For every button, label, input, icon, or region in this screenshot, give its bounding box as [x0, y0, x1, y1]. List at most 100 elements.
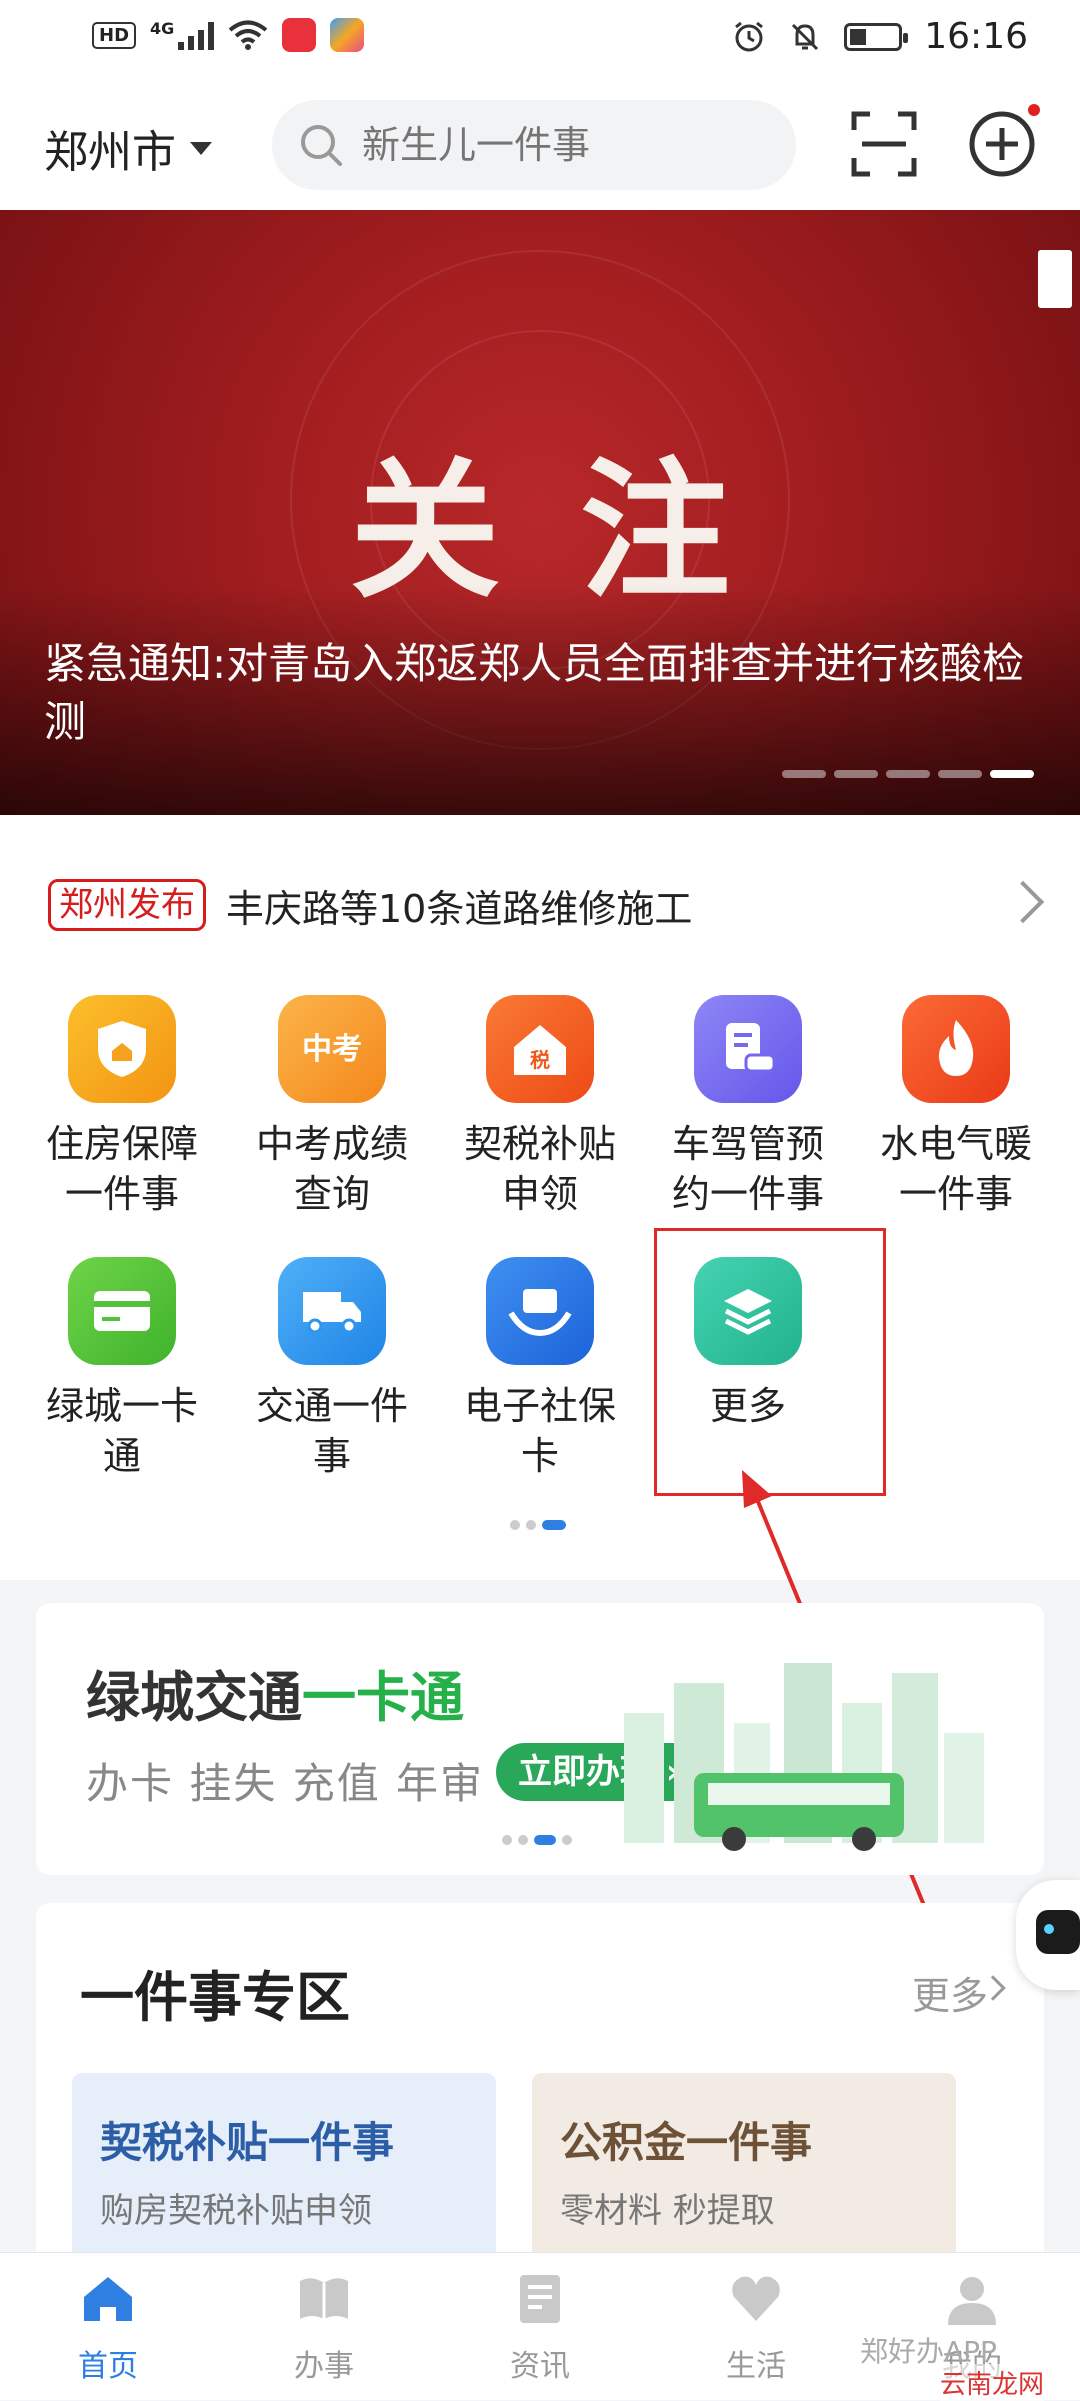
service-label: 车驾管预约一件事 [671, 1122, 824, 1216]
pager-dot [502, 1835, 512, 1845]
pager-dot [518, 1835, 528, 1845]
promo-pager [502, 1835, 572, 1845]
service-label: 契税补贴申领 [463, 1122, 616, 1216]
plus-circle-icon [969, 111, 1035, 177]
pager-dot-active [534, 1835, 556, 1845]
service-label: 绿城一卡通 [45, 1384, 198, 1478]
zone-card-desc: 零材料 秒提取 [560, 2191, 775, 2231]
status-left: HD 4G [92, 18, 365, 52]
watermark-site: 云南龙网 [940, 2364, 1045, 2401]
zone-card-tax[interactable]: 契税补贴一件事 购房契税补贴申领 [72, 2073, 496, 2263]
service-label: 电子社保卡 [463, 1384, 616, 1478]
social-security-card-icon [486, 1257, 594, 1365]
house-shield-icon [68, 995, 176, 1103]
tower-logo-icon [1038, 250, 1072, 308]
network-label: 4G [150, 18, 175, 38]
service-label: 水电气暖一件事 [879, 1122, 1032, 1216]
transit-card-icon [68, 1257, 176, 1365]
add-button[interactable] [966, 102, 1042, 180]
banner-dot [886, 770, 930, 778]
banner-dot [834, 770, 878, 778]
zone-card-desc: 购房契税补贴申领 [100, 2191, 372, 2231]
service-traffic[interactable]: 交通一件事 [242, 1257, 422, 1481]
zone-card-title: 公积金一件事 [560, 2118, 813, 2167]
banner-dot-active [990, 770, 1034, 778]
clock: 16:16 [924, 16, 1028, 57]
news-source-tag: 郑州发布 [48, 879, 206, 931]
service-exam[interactable]: 中考 中考成绩查询 [242, 995, 422, 1219]
services-section: 郑州发布 丰庆路等10条道路维修施工 住房保障一件事 中考 中考成绩查询 税 契… [0, 815, 1080, 1580]
battery-icon [844, 22, 909, 51]
service-social-security[interactable]: 电子社保卡 [450, 1257, 630, 1481]
service-pager [510, 1520, 566, 1530]
zone-card-fund[interactable]: 公积金一件事 零材料 秒提取 [532, 2073, 956, 2263]
pager-dot [510, 1520, 520, 1530]
tab-services[interactable]: 办事 [254, 2271, 394, 2385]
service-transit-card[interactable]: 绿城一卡通 [32, 1257, 212, 1481]
service-label: 交通一件事 [255, 1384, 408, 1478]
svg-text:税: 税 [530, 1048, 550, 1072]
bottom-tab-bar: 首页 办事 资讯 生活 我的 [0, 2252, 1080, 2400]
wifi-icon [229, 20, 268, 50]
promo-title: 绿城交通一卡通 [86, 1653, 464, 1732]
city-selector[interactable]: 郑州市 [44, 116, 212, 180]
service-label: 住房保障一件事 [45, 1122, 198, 1216]
robot-icon [1036, 1910, 1080, 1954]
tax-house-icon: 税 [486, 995, 594, 1103]
tab-label: 办事 [294, 2349, 354, 2384]
app-notification-icon [282, 18, 317, 52]
book-icon [300, 2278, 348, 2319]
one-thing-zone: 一件事专区 更多 契税补贴一件事 购房契税补贴申领 公积金一件事 零材料 秒提取 [36, 1903, 1044, 2263]
service-tax[interactable]: 税 契税补贴申领 [450, 995, 630, 1219]
news-icon [520, 2275, 560, 2323]
city-label: 郑州市 [44, 127, 176, 178]
news-ticker[interactable]: 郑州发布 丰庆路等10条道路维修施工 [48, 875, 1045, 935]
service-vehicle[interactable]: 车驾管预约一件事 [658, 995, 838, 1219]
pager-dot-active [542, 1520, 566, 1530]
service-utilities[interactable]: 水电气暖一件事 [866, 995, 1046, 1219]
zone-card-title: 契税补贴一件事 [100, 2118, 395, 2167]
promo-subtitle: 办卡 挂失 充值 年审 [86, 1759, 485, 1808]
assistant-robot-button[interactable] [1016, 1880, 1080, 1990]
annotation-highlight-box [654, 1228, 886, 1496]
hd-badge: HD [92, 21, 137, 49]
service-label: 中考成绩查询 [255, 1122, 408, 1216]
tab-life[interactable]: 生活 [686, 2271, 826, 2385]
home-icon [84, 2277, 132, 2321]
search-input[interactable] [362, 123, 762, 167]
status-right: 16:16 [732, 16, 1028, 57]
hero-banner[interactable]: 关注 紧急通知:对青岛入郑返郑人员全面排查并进行核酸检测 [0, 210, 1080, 815]
vehicle-appointment-icon [694, 995, 802, 1103]
signal-icon [178, 20, 215, 50]
tab-label: 生活 [726, 2349, 786, 2384]
tab-news[interactable]: 资讯 [470, 2271, 610, 2385]
tab-label: 首页 [78, 2349, 138, 2384]
app-notification-icon-2 [330, 18, 365, 52]
app-header: 郑州市 [0, 80, 1080, 210]
service-housing[interactable]: 住房保障一件事 [32, 995, 212, 1219]
banner-dot [938, 770, 982, 778]
alarm-icon [735, 21, 764, 51]
news-headline: 丰庆路等10条道路维修施工 [226, 886, 693, 931]
user-icon [948, 2277, 996, 2325]
scan-icon[interactable] [848, 108, 920, 180]
status-bar: HD 4G 16:16 [0, 0, 1080, 80]
zone-more-link[interactable]: 更多 [912, 1965, 988, 2020]
pager-dot [562, 1835, 572, 1845]
notification-dot [1026, 102, 1042, 118]
banner-pagination [782, 770, 1034, 778]
search-icon [301, 125, 342, 166]
tab-home[interactable]: 首页 [38, 2271, 178, 2385]
heart-icon [732, 2276, 780, 2321]
promo-card[interactable]: 绿城交通一卡通 办卡 挂失 充值 年审 立即办理 › [36, 1603, 1044, 1875]
svg-text:中考: 中考 [302, 1032, 362, 1067]
banner-caption: 紧急通知:对青岛入郑返郑人员全面排查并进行核酸检测 [44, 639, 1025, 746]
zone-title: 一件事专区 [80, 1966, 350, 2029]
truck-icon [278, 1257, 386, 1365]
exam-score-icon: 中考 [278, 995, 386, 1103]
caret-down-icon [190, 141, 212, 155]
search-bar[interactable] [272, 100, 796, 190]
pager-dot [526, 1520, 536, 1530]
promo-title-main: 绿城交通 [86, 1666, 302, 1729]
city-bus-illustration [624, 1663, 984, 1851]
